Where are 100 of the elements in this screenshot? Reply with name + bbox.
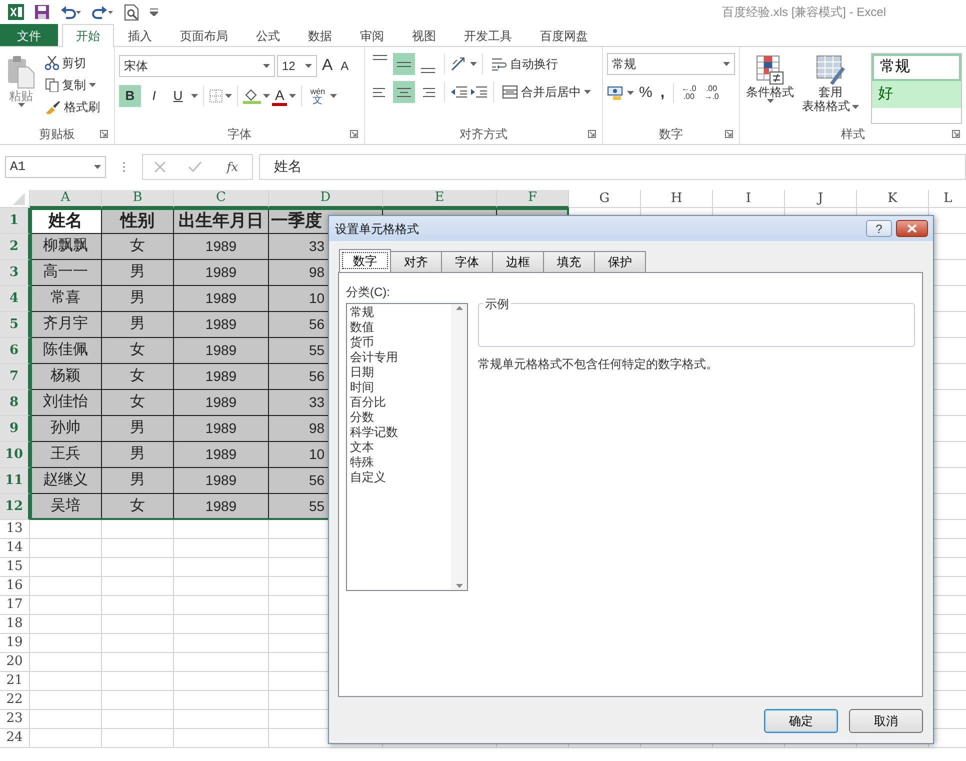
- empty-cell[interactable]: [174, 558, 269, 577]
- table-cell[interactable]: 常喜: [30, 286, 102, 312]
- percent-button[interactable]: %: [636, 81, 656, 106]
- ribbon-tab[interactable]: 文件: [0, 24, 58, 46]
- row-header[interactable]: 9: [0, 416, 30, 442]
- table-cell[interactable]: 赵继义: [30, 468, 102, 494]
- row-header[interactable]: 22: [0, 691, 30, 710]
- row-header[interactable]: 6: [0, 338, 30, 364]
- fill-color-icon[interactable]: [243, 88, 261, 104]
- table-cell[interactable]: 1989: [174, 442, 269, 468]
- table-cell[interactable]: 男: [102, 442, 174, 468]
- empty-cell[interactable]: [102, 520, 174, 539]
- column-header[interactable]: A: [30, 190, 102, 208]
- insert-function-button[interactable]: fx: [224, 156, 242, 176]
- underline-button[interactable]: U: [167, 85, 189, 107]
- empty-cell[interactable]: [102, 615, 174, 634]
- table-cell[interactable]: 1989: [174, 494, 269, 520]
- table-cell[interactable]: 吴培: [30, 494, 102, 520]
- table-cell[interactable]: 陈佳佩: [30, 338, 102, 364]
- row-header[interactable]: 20: [0, 653, 30, 672]
- empty-cell[interactable]: [102, 691, 174, 710]
- dialog-tab[interactable]: 填充: [543, 251, 595, 272]
- empty-cell[interactable]: [30, 577, 102, 596]
- table-cell[interactable]: 1989: [174, 234, 269, 260]
- column-header[interactable]: I: [713, 190, 785, 208]
- empty-cell[interactable]: [30, 634, 102, 653]
- decrease-decimal-button[interactable]: .00 →.0: [701, 84, 722, 102]
- ribbon-tab[interactable]: 公式: [242, 24, 294, 46]
- empty-cell[interactable]: [30, 710, 102, 729]
- table-cell[interactable]: 女: [102, 364, 174, 390]
- column-header[interactable]: G: [569, 190, 641, 208]
- wrap-text-button[interactable]: 自动换行: [488, 54, 561, 74]
- table-cell[interactable]: 男: [102, 312, 174, 338]
- empty-cell[interactable]: [30, 615, 102, 634]
- caret-icon[interactable]: [723, 62, 730, 66]
- vertical-align-button[interactable]: [393, 53, 415, 75]
- customize-caret-icon[interactable]: [150, 8, 158, 16]
- table-cell[interactable]: 孙帅: [30, 416, 102, 442]
- scrollbar[interactable]: [451, 304, 467, 590]
- caret-icon[interactable]: [766, 99, 774, 104]
- cut-button[interactable]: 剪切: [42, 53, 103, 73]
- ribbon-tab[interactable]: 视图: [398, 24, 450, 46]
- table-cell[interactable]: 1989: [174, 286, 269, 312]
- scroll-down-icon[interactable]: [456, 584, 462, 588]
- row-header[interactable]: 15: [0, 558, 30, 577]
- empty-cell[interactable]: [174, 691, 269, 710]
- table-cell[interactable]: 出生年月日: [174, 208, 269, 234]
- dialog-tab[interactable]: 对齐: [390, 251, 442, 272]
- ribbon-tab[interactable]: 数据: [294, 24, 346, 46]
- redo-icon[interactable]: [92, 5, 114, 19]
- ribbon-tab[interactable]: 审阅: [346, 24, 398, 46]
- save-icon[interactable]: [34, 4, 50, 20]
- column-header[interactable]: E: [383, 190, 497, 208]
- decrease-indent-icon[interactable]: [450, 85, 468, 99]
- cell-style-item[interactable]: 常规: [872, 54, 961, 81]
- empty-cell[interactable]: [102, 577, 174, 596]
- ribbon-tab[interactable]: 插入: [114, 24, 166, 46]
- empty-cell[interactable]: [174, 710, 269, 729]
- drag-handle-icon[interactable]: [122, 160, 126, 172]
- dialog-tab[interactable]: 字体: [441, 251, 493, 272]
- empty-cell[interactable]: [30, 691, 102, 710]
- horizontal-align-button[interactable]: [393, 81, 415, 103]
- table-cell[interactable]: 女: [102, 234, 174, 260]
- row-header[interactable]: 1: [0, 208, 30, 234]
- number-format-dropdown[interactable]: 常规: [607, 53, 735, 75]
- ribbon-tab[interactable]: 开发工具: [450, 24, 526, 46]
- table-cell[interactable]: 男: [102, 416, 174, 442]
- column-header[interactable]: H: [641, 190, 713, 208]
- table-cell[interactable]: 性别: [102, 208, 174, 234]
- caret-icon[interactable]: [305, 64, 312, 68]
- row-header[interactable]: 12: [0, 494, 30, 520]
- empty-cell[interactable]: [174, 634, 269, 653]
- ribbon-tab[interactable]: 开始: [62, 24, 114, 47]
- font-color-button[interactable]: A: [272, 86, 288, 106]
- empty-cell[interactable]: [30, 539, 102, 558]
- copy-button[interactable]: 复制: [42, 75, 103, 95]
- column-header[interactable]: K: [857, 190, 929, 208]
- table-cell[interactable]: 1989: [174, 338, 269, 364]
- help-button[interactable]: ?: [866, 220, 892, 237]
- empty-cell[interactable]: [102, 672, 174, 691]
- format-painter-button[interactable]: 格式刷: [42, 97, 103, 117]
- empty-cell[interactable]: [102, 634, 174, 653]
- enter-icon[interactable]: [188, 160, 202, 172]
- caret-icon[interactable]: [225, 94, 232, 98]
- column-header[interactable]: B: [102, 190, 174, 208]
- table-cell[interactable]: 高一一: [30, 260, 102, 286]
- bold-button[interactable]: B: [119, 85, 141, 107]
- row-header[interactable]: 4: [0, 286, 30, 312]
- caret-icon[interactable]: [470, 62, 477, 66]
- row-header[interactable]: 10: [0, 442, 30, 468]
- empty-cell[interactable]: [30, 520, 102, 539]
- empty-cell[interactable]: [174, 615, 269, 634]
- dialog-launcher-icon[interactable]: [588, 130, 596, 138]
- caret-icon[interactable]: [263, 64, 270, 68]
- column-header[interactable]: F: [497, 190, 569, 208]
- cancel-button[interactable]: 取消: [849, 709, 923, 733]
- row-header[interactable]: 2: [0, 234, 30, 260]
- name-box[interactable]: A1: [5, 156, 106, 178]
- font-size-dropdown[interactable]: 12: [277, 55, 317, 77]
- row-header[interactable]: 7: [0, 364, 30, 390]
